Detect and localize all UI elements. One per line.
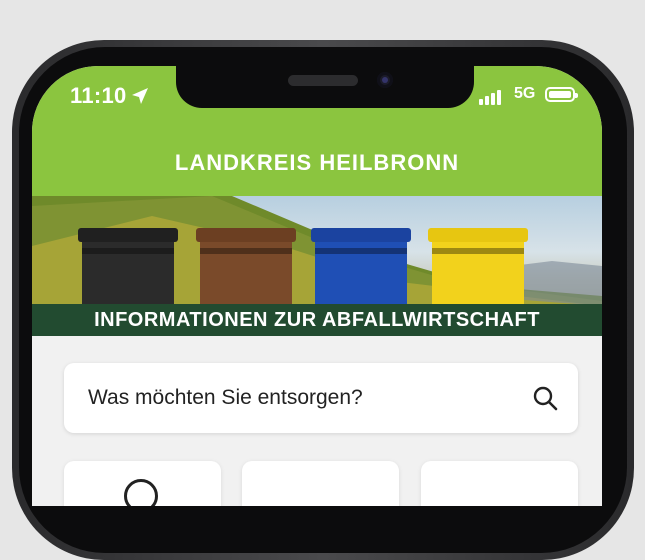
status-time: 11:10: [70, 83, 127, 108]
search-bar[interactable]: Was möchten Sie entsorgen?: [64, 363, 578, 433]
banner-image: INFORMATIONEN ZUR ABFALLWIRTSCHAFT: [32, 196, 602, 336]
yellow-bin: [428, 228, 528, 306]
speaker: [288, 75, 358, 86]
brown-bin: [196, 228, 296, 306]
search-input[interactable]: Was möchten Sie entsorgen?: [88, 363, 363, 433]
category-icon: [124, 479, 158, 506]
battery-icon: [545, 87, 578, 102]
notch: [176, 66, 474, 108]
network-type: 5G: [514, 85, 536, 102]
front-camera: [377, 72, 393, 88]
black-bin: [78, 228, 178, 306]
search-icon[interactable]: [532, 385, 558, 411]
banner-caption: INFORMATIONEN ZUR ABFALLWIRTSCHAFT: [32, 304, 602, 336]
app-screen: 11:10 5G LANDKREIS HEILBRONN INFORMATION…: [32, 66, 602, 506]
location-arrow-icon: [132, 88, 148, 104]
cellular-signal-icon: [479, 87, 505, 105]
blue-bin: [311, 228, 411, 306]
page-title: LANDKREIS HEILBRONN: [174, 150, 460, 175]
